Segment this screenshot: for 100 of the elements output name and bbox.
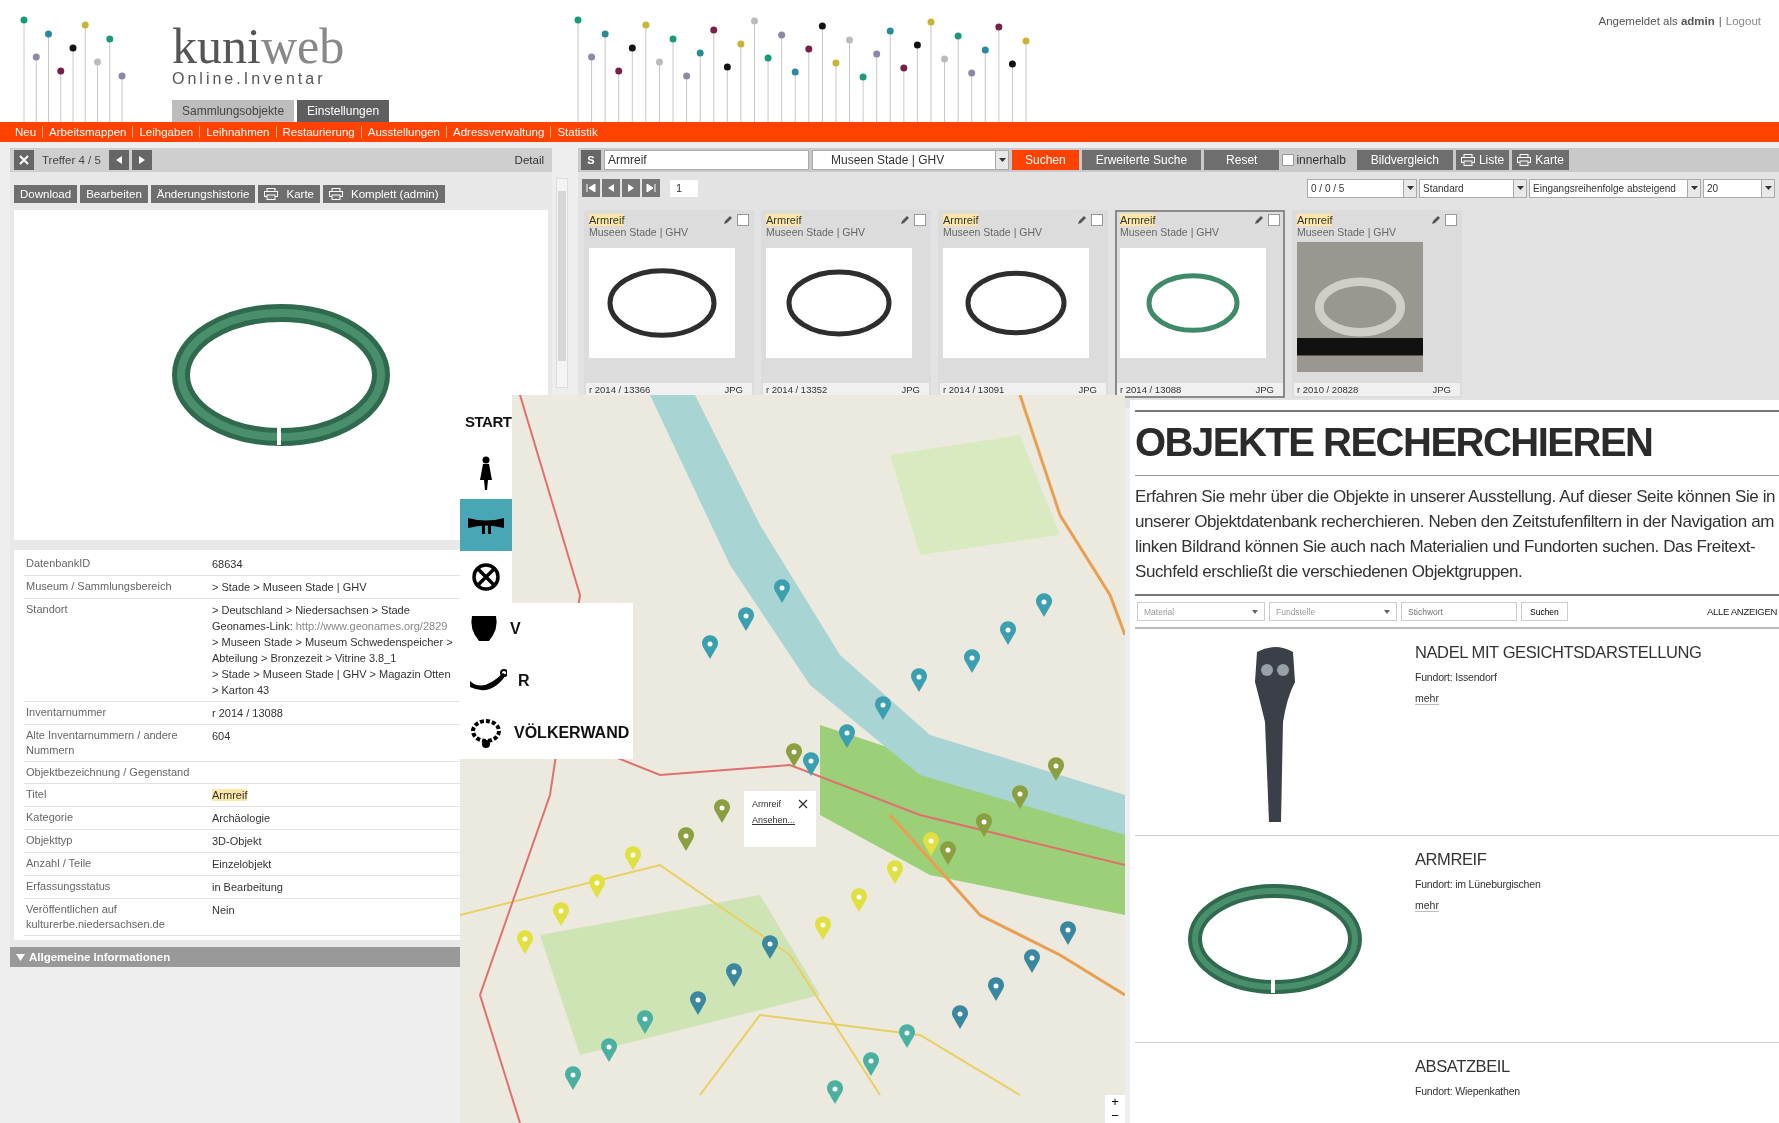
pencil-icon[interactable] — [722, 214, 734, 226]
map-pin-icon[interactable] — [1060, 921, 1076, 945]
site-select[interactable]: Fundstelle — [1269, 602, 1397, 621]
map-pin-icon[interactable] — [1000, 621, 1016, 645]
map-pin-icon[interactable] — [762, 935, 778, 959]
action-button[interactable]: Download — [14, 185, 78, 203]
result-card[interactable]: Armreif Museen Stade | GHV r 2014 / 13352 JPG — [761, 210, 931, 398]
more-link[interactable]: mehr — [1415, 692, 1439, 705]
keyword-field[interactable]: Stichwort — [1401, 602, 1517, 621]
map-pin-icon[interactable] — [637, 1010, 653, 1034]
map-pin-icon[interactable] — [899, 1024, 915, 1048]
map-pin-icon[interactable] — [565, 1066, 581, 1090]
geonames-link[interactable]: http://www.geonames.org/2829 — [295, 620, 448, 632]
card-checkbox[interactable] — [1445, 214, 1457, 226]
search-button[interactable]: Suchen — [1521, 602, 1568, 621]
era-filter-item[interactable]: VÖLKERWAND — [460, 707, 634, 759]
action-button[interactable]: Karte — [258, 185, 320, 203]
pager-button[interactable] — [582, 179, 600, 197]
action-button[interactable]: Änderungshistorie — [150, 185, 256, 203]
map-pin-icon[interactable] — [774, 579, 790, 603]
card-checkbox[interactable] — [1268, 214, 1280, 226]
map-pin-icon[interactable] — [875, 696, 891, 720]
more-link[interactable]: mehr — [1415, 899, 1439, 912]
result-card[interactable]: Armreif Museen Stade | GHV r 2014 / 13088 JPG — [1115, 210, 1285, 398]
map-pin-icon[interactable] — [964, 649, 980, 673]
map-pin-icon[interactable] — [923, 832, 939, 856]
menu-item[interactable]: Adressverwaltung — [446, 126, 551, 138]
menu-item[interactable]: Ausstellungen — [360, 126, 446, 138]
map-pin-icon[interactable] — [1048, 757, 1064, 781]
menu-item[interactable]: Arbeitsmappen — [42, 126, 133, 138]
map-button[interactable]: Karte — [1512, 150, 1569, 170]
map-pin-icon[interactable] — [839, 724, 855, 748]
map-pin-icon[interactable] — [1036, 593, 1052, 617]
card-checkbox[interactable] — [737, 214, 749, 226]
map-pin-icon[interactable] — [1024, 949, 1040, 973]
map-pin-icon[interactable] — [952, 1005, 968, 1029]
result-card[interactable]: Armreif Museen Stade | GHV r 2010 / 20828 JPG — [1292, 210, 1462, 398]
map-pin-icon[interactable] — [911, 668, 927, 692]
map-pin-icon[interactable] — [940, 841, 956, 865]
list-button[interactable]: Liste — [1455, 150, 1510, 170]
action-button[interactable]: Komplett (admin) — [323, 185, 445, 203]
next-button[interactable] — [131, 150, 152, 170]
pencil-icon[interactable] — [899, 214, 911, 226]
scrollbar[interactable] — [556, 178, 568, 388]
image-compare-button[interactable]: Bildvergleich — [1356, 150, 1453, 170]
map-pin-icon[interactable] — [678, 827, 694, 851]
map-pin-icon[interactable] — [786, 743, 802, 767]
map-pin-icon[interactable] — [988, 977, 1004, 1001]
advanced-search-button[interactable]: Erweiterte Suche — [1081, 150, 1202, 170]
collection-select[interactable]: Museen Stade | GHV — [812, 150, 1009, 170]
result-card[interactable]: Armreif Museen Stade | GHV r 2014 / 13366 JPG — [584, 210, 754, 398]
previous-button[interactable] — [108, 150, 129, 170]
pencil-icon[interactable] — [1076, 214, 1088, 226]
map-pin-icon[interactable] — [702, 635, 718, 659]
view-link[interactable]: Ansehen... — [752, 815, 808, 825]
pencil-icon[interactable] — [1430, 214, 1442, 226]
result-card[interactable]: Armreif Museen Stade | GHV r 2014 / 13091 JPG — [938, 210, 1108, 398]
count-select[interactable]: 0 / 0 / 5 — [1307, 178, 1417, 198]
era-filter-item[interactable] — [460, 499, 512, 551]
menu-item[interactable]: Leihgaben — [132, 126, 200, 138]
card-checkbox[interactable] — [914, 214, 926, 226]
page-size-select[interactable]: 20 — [1703, 178, 1775, 198]
sort-select[interactable]: Eingangsreihenfolge absteigend — [1529, 178, 1701, 198]
menu-item[interactable]: Neu — [10, 126, 43, 138]
within-checkbox[interactable] — [1282, 154, 1295, 166]
era-filter-item[interactable]: V — [460, 603, 634, 655]
map-pin-icon[interactable] — [690, 991, 706, 1015]
search-field[interactable]: Armreif — [604, 150, 809, 170]
search-button[interactable]: Suchen — [1012, 150, 1079, 170]
menu-item[interactable]: Restaurierung — [275, 126, 361, 138]
menu-item[interactable]: Statistik — [550, 126, 604, 138]
pager-button[interactable] — [622, 179, 640, 197]
pencil-icon[interactable] — [1253, 214, 1265, 226]
menu-item[interactable]: Leihnahmen — [199, 126, 276, 138]
pager-button[interactable] — [602, 179, 620, 197]
section-tab[interactable]: Sammlungsobjekte — [172, 100, 295, 122]
era-filter-item[interactable]: START — [460, 395, 512, 447]
map-pin-icon[interactable] — [1012, 785, 1028, 809]
map-pin-icon[interactable] — [863, 1052, 879, 1076]
map-pin-icon[interactable] — [601, 1038, 617, 1062]
section-tab[interactable]: Einstellungen — [297, 100, 390, 122]
era-filter-item[interactable]: R — [460, 655, 634, 707]
map-pin-icon[interactable] — [738, 607, 754, 631]
close-icon[interactable] — [798, 799, 808, 809]
map-pin-icon[interactable] — [976, 813, 992, 837]
map-pin-icon[interactable] — [803, 752, 819, 776]
show-all-link[interactable]: ALLE ANZEIGEN — [1706, 606, 1777, 617]
logout-link[interactable]: Logout — [1725, 15, 1761, 27]
map-pin-icon[interactable] — [726, 963, 742, 987]
reset-button[interactable]: Reset — [1204, 150, 1280, 170]
action-button[interactable]: Bearbeiten — [80, 185, 148, 203]
view-select[interactable]: Standard — [1419, 178, 1527, 198]
page-field[interactable]: 1 — [670, 179, 698, 197]
search-scope-button[interactable]: S — [581, 150, 601, 170]
pager-button[interactable] — [642, 179, 660, 197]
map-pin-icon[interactable] — [827, 1080, 843, 1104]
material-select[interactable]: Material — [1137, 602, 1265, 621]
map-pin-icon[interactable] — [714, 799, 730, 823]
close-button[interactable] — [14, 150, 34, 170]
card-checkbox[interactable] — [1091, 214, 1103, 226]
